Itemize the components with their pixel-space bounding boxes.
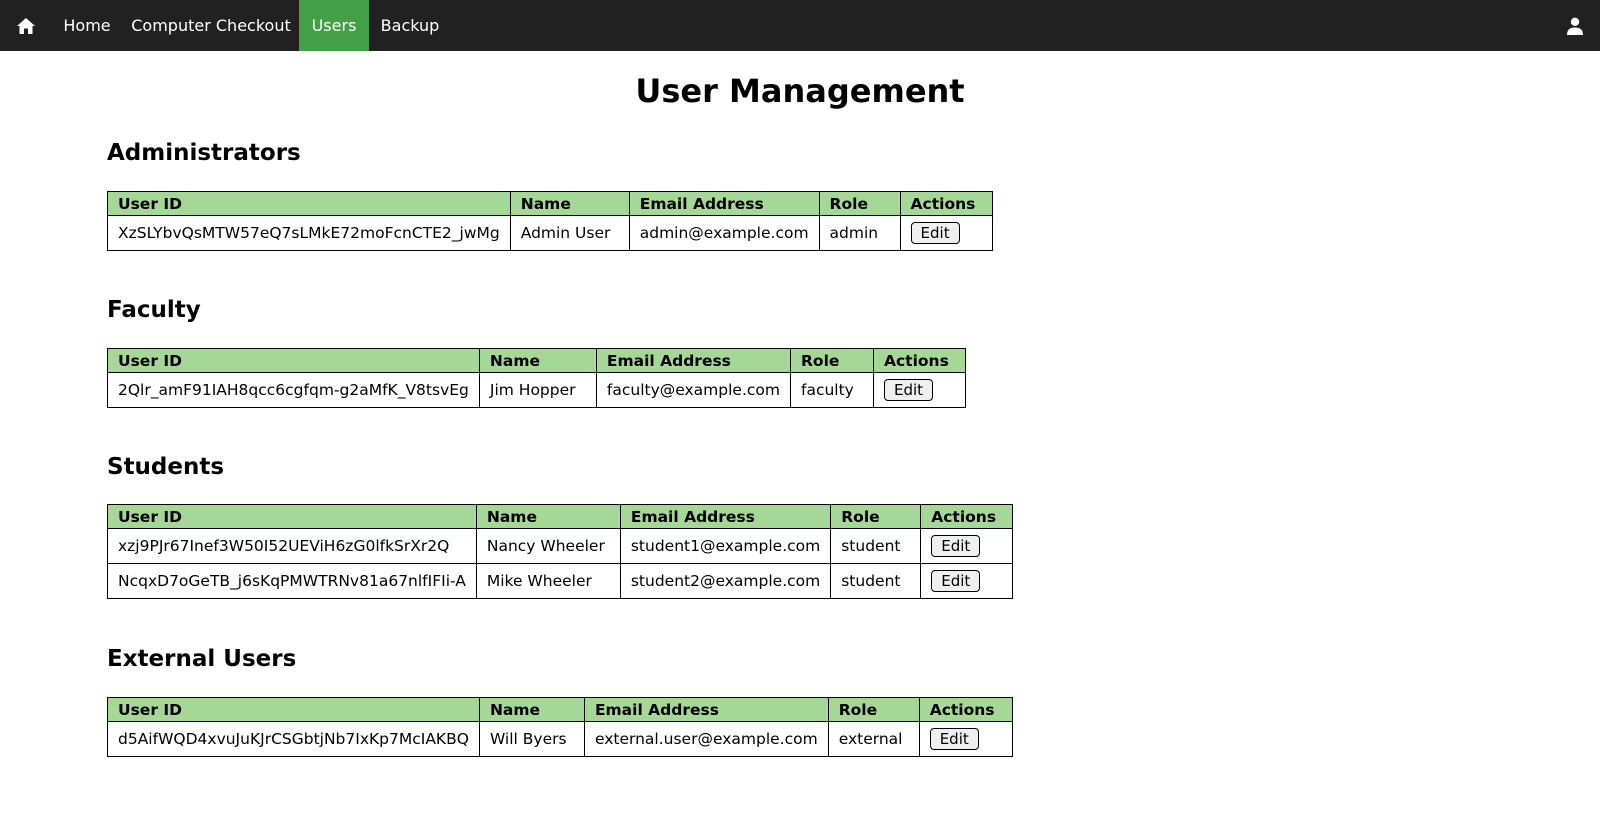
email-cell: student2@example.com xyxy=(619,563,832,599)
name-cell: Nancy Wheeler xyxy=(475,528,621,564)
table-row: d5AifWQD4xvuJuKJrCSGbtjNb7IxKp7McIAKBQ Wi… xyxy=(107,721,1013,757)
actions-cell: Edit xyxy=(920,528,1014,564)
user-id-cell: XzSLYbvQsMTW57eQ7sLMkE72moFcnCTE2_jwMg xyxy=(107,215,511,251)
column-header-email-address: Email Address xyxy=(619,504,832,529)
table-header-row: User ID Name Email Address Role Actions xyxy=(107,348,966,373)
edit-button[interactable]: Edit xyxy=(910,222,960,244)
column-header-name: Name xyxy=(475,504,621,529)
top-navbar: Home Computer Checkout Users Backup xyxy=(0,0,1600,51)
column-header-actions: Actions xyxy=(920,504,1014,529)
column-header-name: Name xyxy=(478,697,585,722)
column-header-email-address: Email Address xyxy=(628,191,820,216)
column-header-actions: Actions xyxy=(873,348,966,373)
home-icon-button[interactable] xyxy=(0,0,51,51)
email-cell: faculty@example.com xyxy=(595,372,792,408)
actions-cell: Edit xyxy=(899,215,993,251)
email-cell: admin@example.com xyxy=(628,215,820,251)
column-header-name: Name xyxy=(478,348,597,373)
column-header-user-id: User ID xyxy=(107,504,477,529)
role-cell: student xyxy=(830,528,922,564)
table-row: XzSLYbvQsMTW57eQ7sLMkE72moFcnCTE2_jwMg Ad… xyxy=(107,215,993,251)
faculty-table: User ID Name Email Address Role Actions 2Qlr_… xyxy=(107,348,966,408)
external-users-table: User ID Name Email Address Role Actions d5Aif… xyxy=(107,697,1013,757)
column-header-user-id: User ID xyxy=(107,191,511,216)
table-row: 2Qlr_amF91IAH8qcc6cgfqm-g2aMfK_V8tsvEg Ji… xyxy=(107,372,966,408)
table-header-row: User ID Name Email Address Role Actions xyxy=(107,191,993,216)
user-id-cell: NcqxD7oGeTB_j6sKqPMWTRNv81a67nlfIFIi-A xyxy=(107,563,477,599)
actions-cell: Edit xyxy=(873,372,966,408)
user-icon xyxy=(1566,17,1583,35)
edit-button[interactable]: Edit xyxy=(884,379,934,401)
external-users-section-title: External Users xyxy=(107,646,297,672)
column-header-user-id: User ID xyxy=(107,348,480,373)
user-id-cell: 2Qlr_amF91IAH8qcc6cgfqm-g2aMfK_V8tsvEg xyxy=(107,372,480,408)
column-header-user-id: User ID xyxy=(107,697,480,722)
role-cell: student xyxy=(830,563,922,599)
table-header-row: User ID Name Email Address Role Actions xyxy=(107,504,1014,529)
nav-backup[interactable]: Backup xyxy=(369,0,451,51)
name-cell: Jim Hopper xyxy=(478,372,597,408)
column-header-actions: Actions xyxy=(899,191,993,216)
students-table: User ID Name Email Address Role Actions xzj9P… xyxy=(107,504,1014,599)
column-header-actions: Actions xyxy=(918,697,1013,722)
user-id-cell: xzj9PJr67Inef3W50I52UEViH6zG0lfkSrXr2Q xyxy=(107,528,477,564)
table-row: xzj9PJr67Inef3W50I52UEViH6zG0lfkSrXr2Q Na… xyxy=(107,528,1014,564)
administrators-table: User ID Name Email Address Role Actions XzSLY… xyxy=(107,191,993,251)
faculty-section-title: Faculty xyxy=(107,297,201,323)
role-cell: external xyxy=(827,721,920,757)
user-menu-button[interactable] xyxy=(1549,0,1600,51)
column-header-email-address: Email Address xyxy=(595,348,792,373)
column-header-name: Name xyxy=(509,191,630,216)
edit-button[interactable]: Edit xyxy=(929,728,979,750)
user-id-cell: d5AifWQD4xvuJuKJrCSGbtjNb7IxKp7McIAKBQ xyxy=(107,721,480,757)
column-header-email-address: Email Address xyxy=(583,697,829,722)
nav-computer-checkout[interactable]: Computer Checkout xyxy=(123,0,299,51)
page-title: User Management xyxy=(635,72,965,110)
actions-cell: Edit xyxy=(918,721,1013,757)
actions-cell: Edit xyxy=(920,563,1014,599)
role-cell: admin xyxy=(818,215,901,251)
email-cell: external.user@example.com xyxy=(583,721,829,757)
column-header-role: Role xyxy=(818,191,901,216)
name-cell: Mike Wheeler xyxy=(475,563,621,599)
students-section-title: Students xyxy=(107,454,225,480)
role-cell: faculty xyxy=(790,372,874,408)
name-cell: Admin User xyxy=(509,215,630,251)
table-header-row: User ID Name Email Address Role Actions xyxy=(107,697,1013,722)
home-icon xyxy=(16,17,35,34)
edit-button[interactable]: Edit xyxy=(931,535,981,557)
administrators-section-title: Administrators xyxy=(107,140,301,166)
nav-home[interactable]: Home xyxy=(51,0,123,51)
email-cell: student1@example.com xyxy=(619,528,832,564)
table-row: NcqxD7oGeTB_j6sKqPMWTRNv81a67nlfIFIi-A Mi… xyxy=(107,563,1014,599)
column-header-role: Role xyxy=(830,504,922,529)
edit-button[interactable]: Edit xyxy=(931,570,981,592)
column-header-role: Role xyxy=(790,348,874,373)
name-cell: Will Byers xyxy=(478,721,585,757)
nav-users[interactable]: Users xyxy=(299,0,369,51)
column-header-role: Role xyxy=(827,697,920,722)
